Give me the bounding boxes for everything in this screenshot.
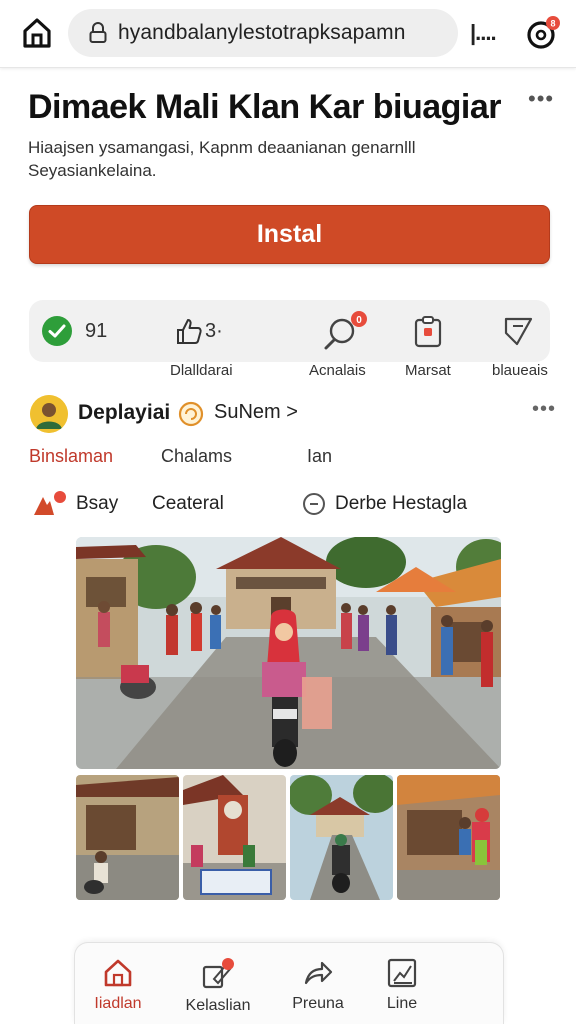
screenshot-main-image[interactable] bbox=[76, 537, 501, 769]
svg-text:0: 0 bbox=[356, 315, 362, 326]
tab-channels[interactable]: Chalams bbox=[161, 446, 232, 467]
type-meta: Ceateral bbox=[152, 490, 224, 518]
screenshot-thumbnail-2[interactable] bbox=[183, 775, 286, 900]
edit-badge-icon bbox=[202, 958, 234, 989]
nav-home[interactable]: Iiadlan bbox=[75, 943, 161, 1024]
thumbnail-image bbox=[183, 775, 286, 900]
extra-meta[interactable]: Derbe Hestagla bbox=[302, 490, 467, 518]
subscribe-link[interactable]: SuNem > bbox=[214, 401, 298, 424]
url-text: hyandbalanylestotrapksapamn bbox=[118, 21, 406, 44]
stats-bar: 91 3· 0 bbox=[29, 300, 550, 362]
likes-value: 3· bbox=[205, 319, 223, 342]
screenshot-thumbnail-3[interactable] bbox=[290, 775, 393, 900]
extra-label: Derbe Hestagla bbox=[335, 493, 468, 514]
type-label: Ceateral bbox=[152, 493, 224, 514]
app-page: hyandbalanylestotrapksapamn |.... 8 Dima… bbox=[0, 0, 576, 1024]
category-meta[interactable]: Bsay bbox=[30, 490, 118, 518]
screenshot-thumbnail-1[interactable] bbox=[76, 775, 179, 900]
overflow-menu-icon[interactable]: ••• bbox=[528, 86, 554, 112]
nav-home-label: Iiadlan bbox=[94, 995, 142, 1012]
publisher-avatar-icon bbox=[30, 395, 68, 433]
install-button[interactable]: Instal bbox=[29, 205, 550, 264]
nav-edit[interactable]: Kelaslian bbox=[175, 943, 261, 1024]
thumb-up-icon bbox=[177, 319, 202, 344]
tab-overview[interactable]: Binslaman bbox=[29, 446, 113, 467]
likes-stat[interactable]: 3· bbox=[175, 300, 223, 362]
chart-icon bbox=[387, 958, 417, 988]
avatar[interactable] bbox=[30, 395, 68, 433]
tag-stat[interactable] bbox=[503, 300, 535, 362]
thumbnail-image bbox=[290, 775, 393, 900]
thumbnail-image bbox=[397, 775, 500, 900]
tag-label: blaueais bbox=[492, 362, 548, 379]
check-circle-icon bbox=[42, 316, 72, 346]
extension-icon[interactable]: 8 bbox=[524, 14, 562, 52]
category-label: Bsay bbox=[76, 493, 119, 514]
rating-stat[interactable]: 91 bbox=[41, 300, 107, 362]
publisher-name[interactable]: Deplayiai bbox=[78, 401, 170, 425]
lock-icon bbox=[89, 22, 107, 43]
verified-badge-icon bbox=[178, 401, 204, 427]
tab-more[interactable]: Ian bbox=[307, 446, 332, 467]
app-description: Hiaajsen ysamangasi, Kapnm deaanianan ge… bbox=[28, 138, 416, 180]
bottom-navigation: Iiadlan Kelaslian Preuna Line bbox=[74, 942, 504, 1024]
clipboard-icon bbox=[414, 316, 442, 348]
search-badge-icon: 0 bbox=[324, 311, 367, 350]
nav-edit-label: Kelaslian bbox=[185, 997, 251, 1014]
saved-label: Marsat bbox=[405, 362, 451, 379]
likes-label: Dlalldarai bbox=[170, 362, 233, 379]
browser-toolbar: hyandbalanylestotrapksapamn |.... 8 bbox=[0, 0, 576, 68]
fire-badge-icon bbox=[34, 491, 66, 515]
reviews-label: Acnalais bbox=[309, 362, 366, 379]
home-icon[interactable] bbox=[20, 16, 54, 50]
saved-stat[interactable] bbox=[413, 300, 443, 362]
nav-chart-label: Line bbox=[386, 995, 418, 1012]
share-arrow-icon bbox=[304, 961, 333, 985]
tabs-menu-button[interactable]: |.... bbox=[470, 20, 497, 46]
publisher-menu-icon[interactable]: ••• bbox=[532, 398, 556, 421]
reviews-stat[interactable]: 0 bbox=[323, 300, 369, 362]
address-bar[interactable]: hyandbalanylestotrapksapamn bbox=[68, 9, 458, 57]
svg-text:8: 8 bbox=[550, 19, 555, 29]
screenshot-thumbnail-4[interactable] bbox=[397, 775, 500, 900]
thumbnail-image bbox=[76, 775, 179, 900]
nav-chart[interactable]: Line bbox=[359, 943, 445, 1024]
nav-share-label: Preuna bbox=[292, 995, 344, 1012]
home-icon bbox=[104, 959, 132, 987]
rating-value: 91 bbox=[85, 319, 108, 342]
village-scene-image bbox=[76, 537, 501, 769]
clock-icon bbox=[303, 493, 325, 515]
tag-icon bbox=[504, 317, 533, 346]
app-title: Dimaek Mali Klan Kar biuagiar bbox=[28, 88, 502, 126]
nav-share[interactable]: Preuna bbox=[275, 943, 361, 1024]
